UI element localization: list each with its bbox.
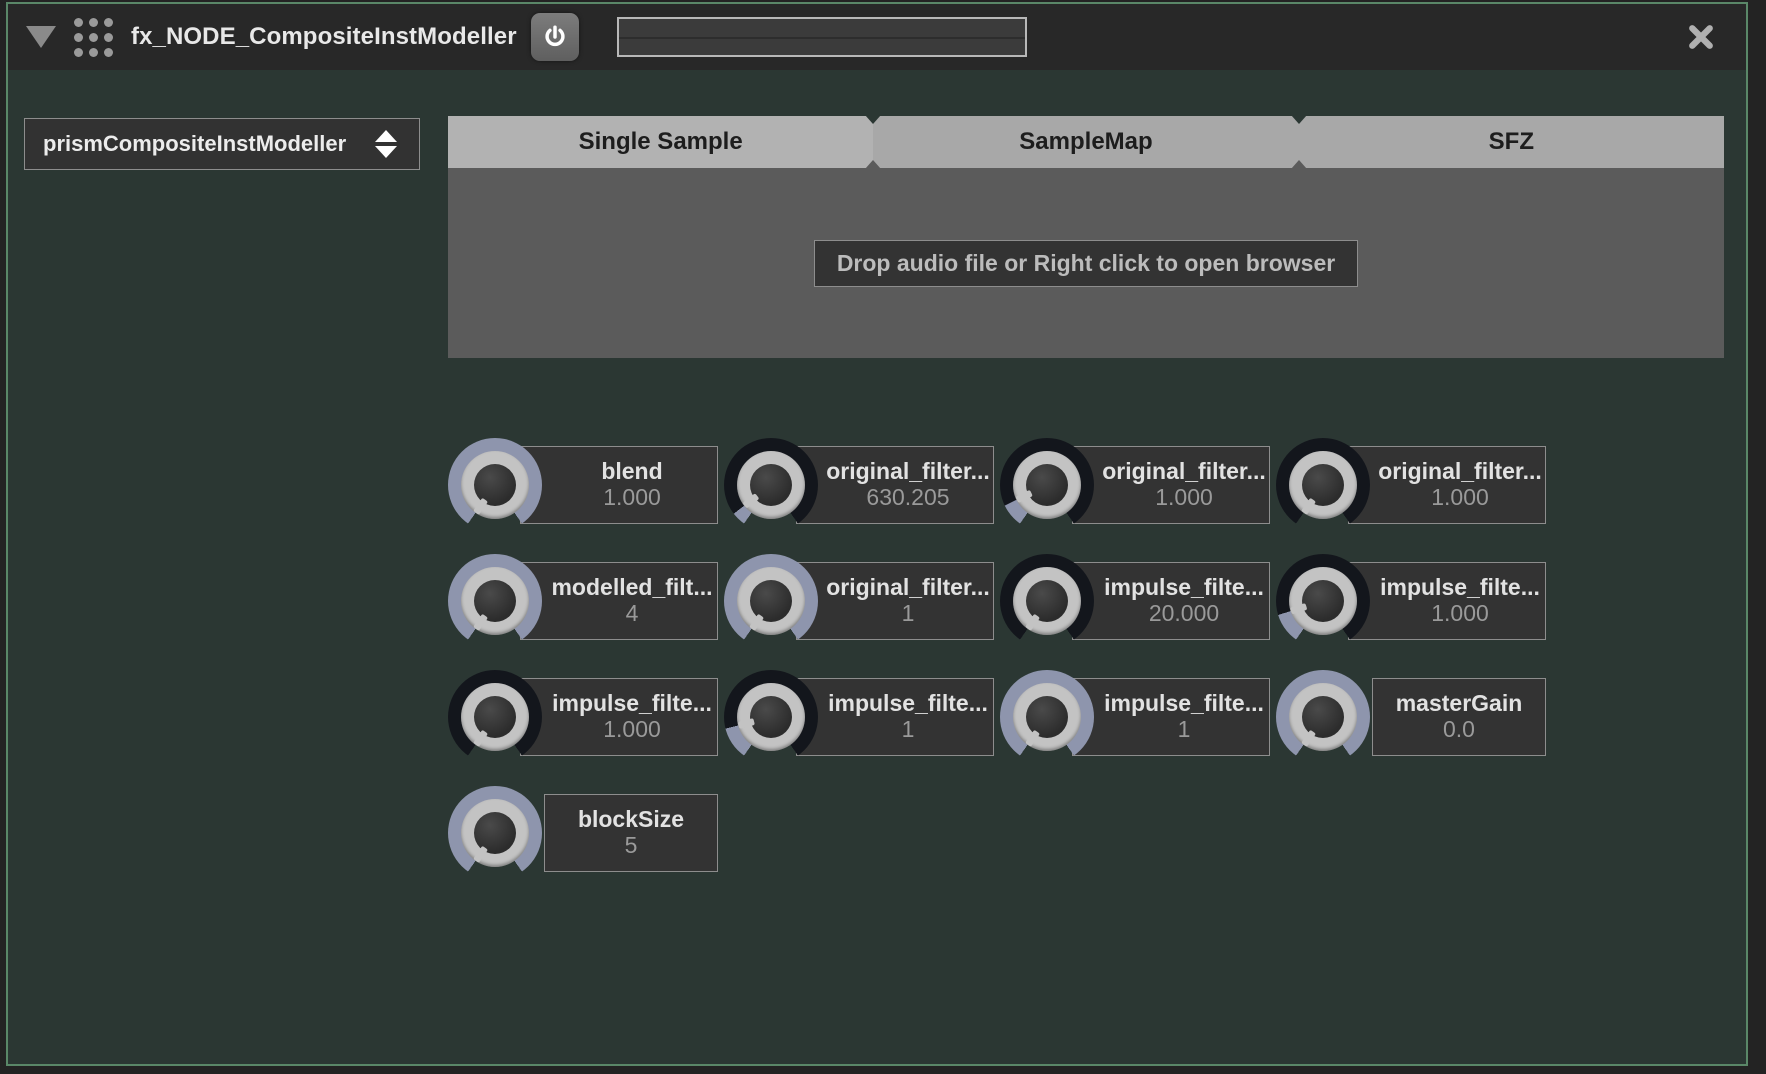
knob-cell: impulse_filte... 1	[1000, 662, 1276, 778]
knob-cell: original_filter... 630.205	[724, 430, 1000, 546]
knob-parameter-name: original_filter...	[1102, 459, 1266, 485]
knob-control[interactable]	[1000, 554, 1094, 648]
knob-face	[750, 696, 792, 738]
sampler-tab-label: SFZ	[1488, 128, 1534, 155]
knob-parameter-name: blockSize	[577, 807, 685, 833]
knob-parameter-name: impulse_filte...	[552, 691, 712, 717]
knob-parameter-value: 630.205	[866, 484, 950, 510]
knob-parameter-value: 1	[1177, 716, 1191, 742]
knob-control[interactable]	[1000, 438, 1094, 532]
knob-face	[1302, 580, 1344, 622]
sample-drop-zone[interactable]: Drop audio file or Right click to open b…	[448, 168, 1724, 358]
knob-value-box[interactable]: impulse_filte... 1	[1072, 678, 1270, 756]
page-title: fx_NODE_CompositeInstModeller	[131, 23, 517, 50]
preset-selector[interactable]: prismCompositeInstModeller	[24, 118, 420, 170]
knob-value-box[interactable]: impulse_filte... 1	[796, 678, 994, 756]
knob-value-box[interactable]: blockSize 5	[544, 794, 718, 872]
knob-parameter-value: 4	[625, 600, 639, 626]
knob-control[interactable]	[724, 438, 818, 532]
knob-control[interactable]	[448, 554, 542, 648]
collapse-triangle-icon[interactable]	[26, 26, 56, 48]
knob-parameter-name: blend	[601, 459, 663, 485]
knob-control[interactable]	[1276, 554, 1370, 648]
knob-control[interactable]	[448, 670, 542, 764]
knob-value-box[interactable]: original_filter... 1	[796, 562, 994, 640]
sampler-tab-label: SampleMap	[1019, 128, 1153, 155]
knob-parameter-name: masterGain	[1395, 691, 1523, 717]
knob-value-box[interactable]: impulse_filte... 1.000	[1348, 562, 1546, 640]
knob-value-box[interactable]: original_filter... 630.205	[796, 446, 994, 524]
updown-arrows-icon	[375, 130, 397, 158]
parameter-knob-grid: blend 1.000 original_filter... 630.205 origi…	[448, 430, 1552, 894]
knob-control[interactable]	[724, 554, 818, 648]
knob-value-box[interactable]: original_filter... 1.000	[1072, 446, 1270, 524]
knob-cell: blend 1.000	[448, 430, 724, 546]
knob-cell: original_filter... 1.000	[1276, 430, 1552, 546]
knob-parameter-value: 20.000	[1148, 600, 1220, 626]
knob-parameter-value: 1.000	[603, 484, 661, 510]
knob-parameter-value: 0.0	[1443, 716, 1475, 742]
knob-cell: impulse_filte... 1.000	[1276, 546, 1552, 662]
knob-cell: masterGain 0.0	[1276, 662, 1552, 778]
close-icon	[1689, 25, 1713, 49]
knob-value-box[interactable]: modelled_filt... 4	[520, 562, 718, 640]
knob-parameter-value: 5	[624, 832, 638, 858]
knob-face	[1026, 464, 1068, 506]
knob-parameter-value: 1	[901, 600, 915, 626]
close-button[interactable]	[1684, 20, 1718, 54]
knob-parameter-name: modelled_filt...	[551, 575, 713, 601]
knob-cell: original_filter... 1.000	[1000, 430, 1276, 546]
drop-zone-hint: Drop audio file or Right click to open b…	[813, 239, 1359, 287]
knob-parameter-value: 1.000	[1431, 484, 1489, 510]
knob-parameter-name: impulse_filte...	[1104, 575, 1264, 601]
knob-parameter-value: 1.000	[603, 716, 661, 742]
sampler-tab-bar: Single Sample SampleMap SFZ	[448, 116, 1724, 168]
knob-parameter-value: 1.000	[1431, 600, 1489, 626]
knob-control[interactable]	[1276, 670, 1370, 764]
knob-parameter-name: impulse_filte...	[1380, 575, 1540, 601]
knob-cell: impulse_filte... 20.000	[1000, 546, 1276, 662]
sampler-tab-label: Single Sample	[578, 128, 743, 155]
sampler-tab-0[interactable]: Single Sample	[448, 116, 874, 168]
preset-selector-label: prismCompositeInstModeller	[43, 131, 347, 156]
drag-dots-icon[interactable]	[74, 17, 113, 57]
knob-value-box[interactable]: original_filter... 1.000	[1348, 446, 1546, 524]
plugin-window: fx_NODE_CompositeInstModeller prismCompo…	[6, 2, 1748, 1066]
knob-parameter-name: original_filter...	[1378, 459, 1542, 485]
knob-parameter-name: original_filter...	[826, 575, 990, 601]
knob-cell: impulse_filte... 1.000	[448, 662, 724, 778]
knob-parameter-name: impulse_filte...	[828, 691, 988, 717]
knob-control[interactable]	[448, 786, 542, 880]
plugin-body: prismCompositeInstModeller Single Sample…	[8, 70, 1746, 1064]
knob-value-box[interactable]: impulse_filte... 20.000	[1072, 562, 1270, 640]
knob-value-box[interactable]: blend 1.000	[520, 446, 718, 524]
knob-control[interactable]	[1276, 438, 1370, 532]
knob-cell: blockSize 5	[448, 778, 724, 894]
sampler-tab-2[interactable]: SFZ	[1299, 116, 1724, 168]
sampler-tab-1[interactable]: SampleMap	[873, 116, 1298, 168]
knob-cell: impulse_filte... 1	[724, 662, 1000, 778]
knob-value-box[interactable]: masterGain 0.0	[1372, 678, 1546, 756]
level-meter[interactable]	[616, 17, 1027, 57]
knob-value-box[interactable]: impulse_filte... 1.000	[520, 678, 718, 756]
sampler-panel: Single Sample SampleMap SFZ Drop audio fil…	[448, 116, 1724, 358]
knob-control[interactable]	[724, 670, 818, 764]
power-icon	[545, 25, 565, 47]
knob-cell: modelled_filt... 4	[448, 546, 724, 662]
knob-parameter-value: 1.000	[1155, 484, 1213, 510]
power-button[interactable]	[530, 13, 579, 61]
knob-control[interactable]	[1000, 670, 1094, 764]
knob-parameter-name: impulse_filte...	[1104, 691, 1264, 717]
knob-cell: original_filter... 1	[724, 546, 1000, 662]
knob-control[interactable]	[448, 438, 542, 532]
knob-parameter-name: original_filter...	[826, 459, 990, 485]
knob-parameter-value: 1	[901, 716, 915, 742]
plugin-header: fx_NODE_CompositeInstModeller	[8, 4, 1746, 70]
